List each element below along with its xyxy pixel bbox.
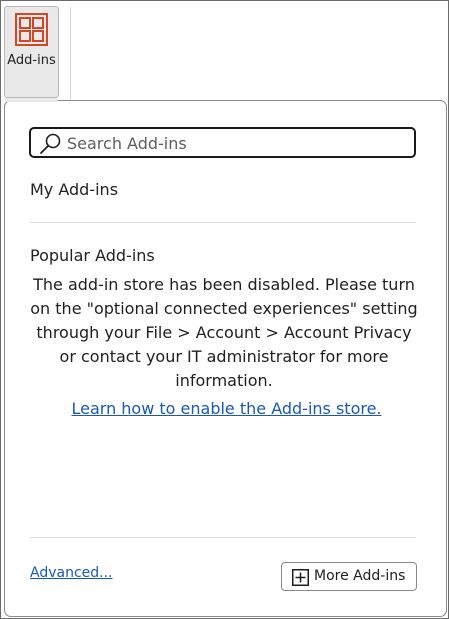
more-addins-button[interactable]: More Add-ins [281,562,417,591]
search-icon [38,133,62,159]
learn-enable-store-link[interactable]: Learn how to enable the Add-ins store. [5,399,448,418]
more-addins-label: More Add-ins [314,568,406,584]
popular-addins-heading: Popular Add-ins [30,246,155,265]
addins-grid-icon [15,13,48,50]
footer-divider [30,537,416,538]
store-disabled-message: The add-in store has been disabled. Plea… [30,275,418,390]
window-frame: Add-ins My Add-ins Popular Add-ins The a… [0,0,449,619]
advanced-link[interactable]: Advanced... [30,565,113,581]
my-addins-heading: My Add-ins [30,180,119,199]
button-panel-joint [5,98,58,102]
plus-box-icon [292,569,309,590]
section-divider [30,222,416,223]
search-box[interactable] [29,127,416,158]
addins-ribbon-label: Add-ins [7,53,56,68]
search-input[interactable] [67,132,407,154]
addins-dropdown-panel: My Add-ins Popular Add-ins The add-in st… [4,100,447,617]
ribbon-divider [70,7,71,99]
addins-ribbon-button[interactable]: Add-ins [4,6,59,98]
